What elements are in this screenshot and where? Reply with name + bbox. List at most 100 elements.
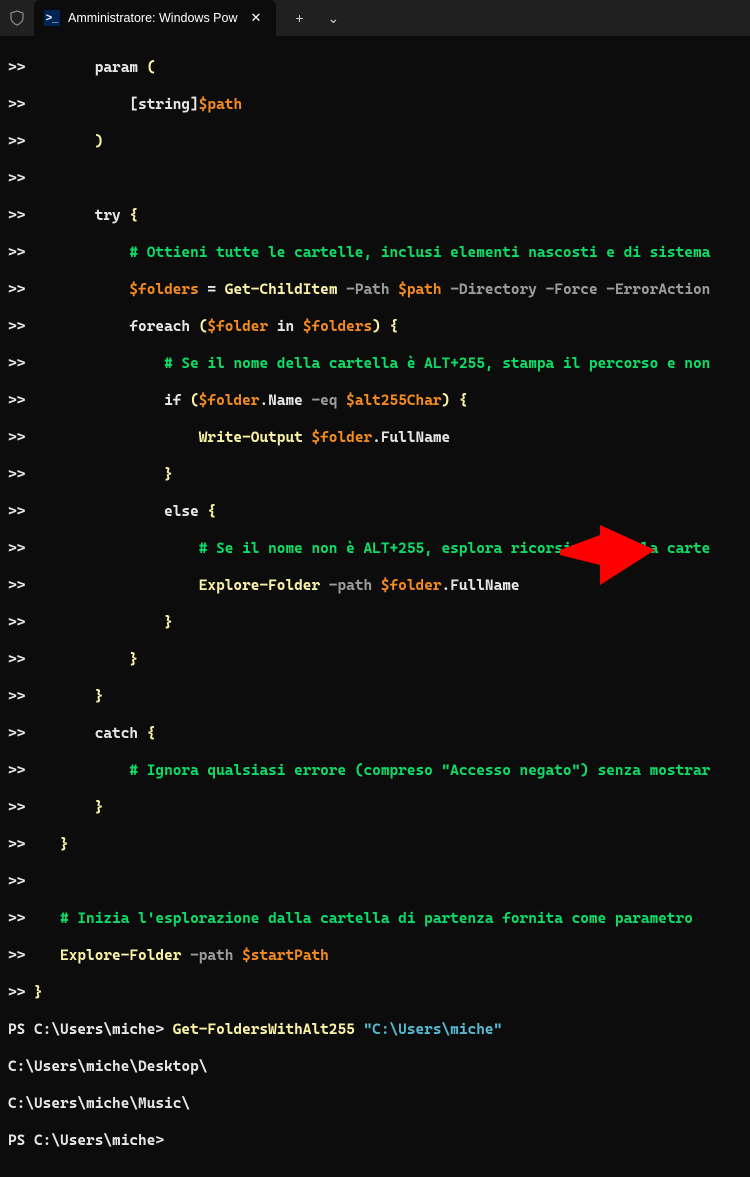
brace: { [147,725,156,742]
param-flag: -Directory -Force -ErrorAction [442,281,711,298]
dot: . [442,577,451,594]
continuation-prompt: >> [8,873,25,890]
code-text [25,614,164,631]
continuation-prompt: >> [8,281,25,298]
keyword: foreach [25,318,198,335]
brace: { [381,318,398,335]
continuation-prompt: >> [8,96,25,113]
output-line: C:\Users\miche\Music\ [8,1095,199,1112]
variable: $alt255Char [346,392,441,409]
param-flag: -path [320,577,381,594]
code-text [25,762,129,779]
continuation-prompt: >> [8,651,25,668]
keyword: in [268,318,303,335]
comment: # Inizia l'esplorazione dalla cartella d… [60,910,693,927]
tab-actions: + ⌄ [276,0,350,36]
variable: $folder [207,318,268,335]
string-arg: "C:\Users\miche" [363,1021,502,1038]
operator: -eq [303,392,346,409]
code-text [25,355,164,372]
keyword: if [25,392,190,409]
paren: ) [372,318,381,335]
brace: } [95,799,104,816]
continuation-prompt: >> [8,688,25,705]
code-text [25,688,94,705]
comment: # Ottieni tutte le cartelle, inclusi ele… [129,244,710,261]
variable: $folders [129,281,198,298]
variable: $startPath [242,947,329,964]
continuation-prompt: >> [8,170,25,187]
variable: $folders [303,318,372,335]
continuation-prompt: >> [8,540,25,557]
continuation-prompt: >> [8,429,25,446]
continuation-prompt: >> [8,59,25,76]
new-tab-button[interactable]: + [282,0,316,36]
code-text: = [199,281,225,298]
window-titlebar: >_ Amministratore: Windows Pow ✕ + ⌄ [0,0,750,36]
cmdlet: Get-FoldersWithAlt255 [173,1021,364,1038]
comment: # Se il nome della cartella è ALT+255, s… [164,355,710,372]
code-text [25,133,94,150]
brace: } [164,466,173,483]
brace: { [207,503,216,520]
paren: ) [442,392,451,409]
brace: } [34,984,43,1001]
code-text [25,836,60,853]
ps-prompt: PS C:\Users\miche> [8,1021,173,1038]
param-flag: -Path [338,281,399,298]
continuation-prompt: >> [8,577,25,594]
continuation-prompt: >> [8,762,25,779]
brace: { [450,392,467,409]
continuation-prompt: >> [8,318,25,335]
continuation-prompt: >> [8,207,25,224]
property: FullName [450,577,519,594]
cmdlet: Explore-Folder [60,947,181,964]
brace: } [95,688,104,705]
brace: } [164,614,173,631]
comment: # Ignora qualsiasi errore (compreso "Acc… [129,762,710,779]
bracket: ] [190,96,199,113]
brace: } [129,651,138,668]
code-text [25,281,129,298]
code-text [25,540,198,557]
continuation-prompt: >> [8,244,25,261]
keyword: catch [25,725,146,742]
code-text [25,651,129,668]
continuation-prompt: >> [8,910,25,927]
code-text [25,910,60,927]
code-text [25,96,129,113]
tab-active[interactable]: >_ Amministratore: Windows Pow ✕ [34,0,276,36]
cmdlet: Explore-Folder [199,577,320,594]
continuation-prompt: >> [8,133,25,150]
continuation-prompt: >> [8,392,25,409]
property: FullName [381,429,450,446]
continuation-prompt: >> [8,725,25,742]
continuation-prompt: >> [8,836,25,853]
ps-prompt: PS C:\Users\miche> [8,1132,164,1149]
paren: ) [95,133,104,150]
shield-icon [0,0,34,36]
type: string [138,96,190,113]
powershell-icon: >_ [44,10,60,26]
continuation-prompt: >> [8,466,25,483]
continuation-prompt: >> [8,947,25,964]
variable: $path [199,96,242,113]
dot: . [259,392,268,409]
continuation-prompt: >> [8,984,34,1001]
paren: ( [147,59,156,76]
cmdlet: Write-Output [199,429,303,446]
code-text [25,244,129,261]
continuation-prompt: >> [8,503,25,520]
close-icon[interactable]: ✕ [246,8,267,28]
continuation-prompt: >> [8,355,25,372]
bracket: [ [129,96,138,113]
variable: $path [398,281,441,298]
code-text [25,577,198,594]
paren: ( [190,392,199,409]
keyword: try [25,207,129,224]
variable: $folder [311,429,372,446]
terminal-output[interactable]: >> param ( >> [string]$path >> ) >> >> t… [0,36,750,1177]
tab-dropdown-button[interactable]: ⌄ [316,0,350,36]
keyword: else [25,503,207,520]
variable: $folder [381,577,442,594]
